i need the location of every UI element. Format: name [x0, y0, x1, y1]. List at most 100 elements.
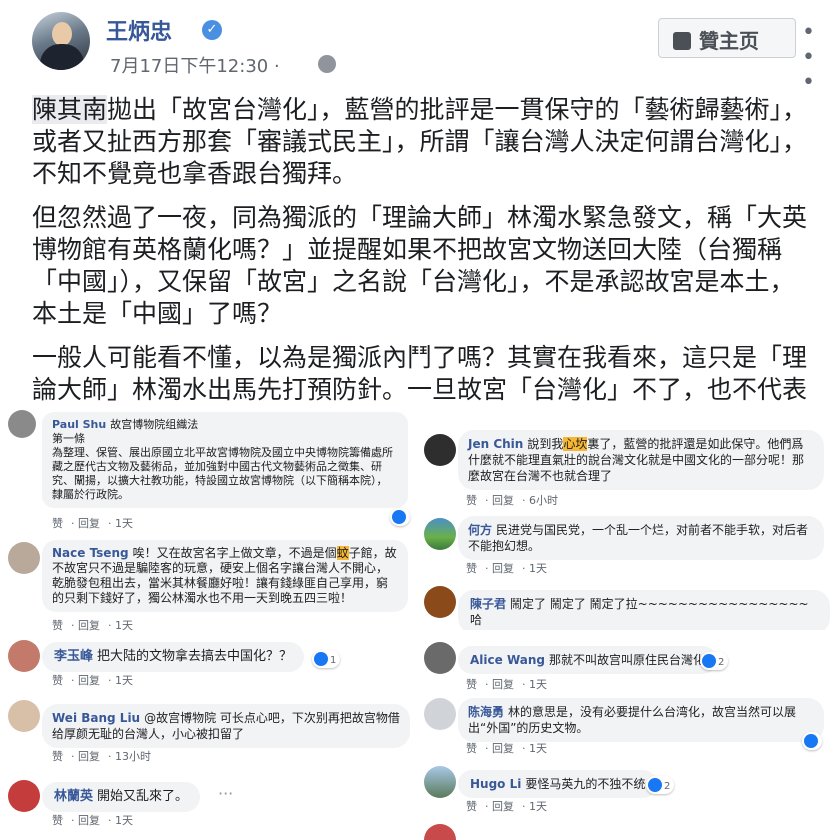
avatar[interactable]	[8, 700, 40, 732]
highlighted-word: 心坎	[563, 437, 588, 451]
like-link[interactable]: 赞	[466, 494, 477, 507]
reply-link[interactable]: 回复	[78, 517, 100, 530]
comment-actions: 赞 · 回复 · 13小时	[52, 750, 151, 763]
comment-actions: 赞 · 回复 · 1天	[466, 800, 547, 813]
comment-time[interactable]: 1天	[115, 814, 133, 827]
comment-actions: 赞 · 回复 · 1天	[466, 742, 547, 755]
thumbs-up-icon	[673, 32, 691, 50]
like-link[interactable]: 赞	[466, 800, 477, 813]
comment-bubble: Nace Tseng 唉！又在故宮名字上做文章，不過是個蚊子館，故不故宮只不過是騙…	[42, 540, 408, 612]
comment-actions: 赞 · 回复 · 1天	[52, 517, 133, 530]
reply-link[interactable]: 回复	[492, 800, 514, 813]
post-paragraph: 陳其南拋出「故宮台灣化」，藍營的批評是一貫保守的「藝術歸藝術」，或者又扯西方那套…	[32, 95, 808, 188]
verified-badge-icon: ✓	[202, 20, 222, 40]
like-link[interactable]: 赞	[466, 562, 477, 575]
commenter-name[interactable]: Hugo Li	[470, 777, 521, 791]
comment-actions: 赞 · 回复 · 1天	[52, 814, 133, 827]
reply-link[interactable]: 回复	[78, 814, 100, 827]
like-link[interactable]: 赞	[466, 742, 477, 755]
like-reaction-icon	[392, 510, 406, 524]
commenter-name[interactable]: Alice Wang	[470, 653, 545, 667]
highlighted-word: 蚊	[336, 546, 349, 560]
commenter-name[interactable]: Paul Shu	[52, 418, 106, 431]
reply-link[interactable]: 回复	[492, 678, 514, 691]
avatar[interactable]	[424, 518, 456, 550]
like-reaction-icon	[804, 734, 818, 748]
like-reaction-icon	[648, 778, 662, 792]
reply-link[interactable]: 回复	[492, 562, 514, 575]
reaction-count[interactable]	[390, 508, 410, 526]
comment-actions: 赞 · 回复 · 1天	[52, 674, 133, 687]
post-paragraph: 但忽然過了一夜，同為獨派的「理論大師」林濁水緊急發文，稱「大英博物館有英格蘭化嗎…	[32, 203, 808, 328]
comment-time[interactable]: 1天	[529, 678, 547, 691]
more-options-icon[interactable]: ···	[218, 784, 233, 803]
avatar[interactable]	[424, 824, 456, 840]
comment-time[interactable]: 1天	[115, 517, 133, 530]
comment-bubble: 林蘭英 開始又乱來了。	[42, 782, 201, 812]
comment-bubble: Paul Shu 故宫博物院组織法 第一條 為整理、保管、展出原國立北平故宮博物院…	[42, 412, 408, 508]
reaction-count[interactable]	[802, 732, 822, 750]
like-link[interactable]: 赞	[52, 619, 63, 632]
avatar[interactable]	[424, 434, 456, 466]
avatar[interactable]	[8, 780, 40, 812]
avatar[interactable]	[8, 410, 36, 438]
reply-link[interactable]: 回复	[78, 750, 100, 763]
like-page-label: 贊主页	[699, 29, 759, 53]
reaction-count[interactable]: 1	[312, 650, 341, 668]
globe-icon	[318, 55, 336, 73]
post-timestamp[interactable]: 7月17日下午12:30 ·	[110, 52, 280, 78]
commenter-name[interactable]: 何方	[468, 523, 492, 537]
reply-link[interactable]: 回复	[492, 742, 514, 755]
avatar[interactable]	[424, 586, 456, 618]
avatar[interactable]	[8, 542, 40, 574]
like-link[interactable]: 赞	[52, 814, 63, 827]
facebook-post: 王炳忠 ✓ 7月17日下午12:30 · 贊主页 • • • 陳其南拋出「故宮台…	[14, 0, 820, 404]
post-paragraph: 一般人可能看不懂，以為是獨派內鬥了嗎？其實在我看來，這只是「理論大師」林濁水出馬…	[32, 343, 808, 404]
commenter-name[interactable]: 陈海勇	[468, 705, 504, 719]
comment-bubble: 李玉峰 把大陆的文物拿去搞去中国化？？	[42, 642, 305, 672]
avatar[interactable]	[8, 640, 40, 672]
post-body: 陳其南拋出「故宮台灣化」，藍營的批評是一貫保守的「藝術歸藝術」，或者又扯西方那套…	[32, 94, 812, 404]
divider	[0, 632, 412, 634]
comment-bubble: Jen Chin 說到我心坎裏了，藍營的批評還是如此保守。他們爲什麼就不能理直氣壯…	[458, 430, 824, 490]
comment-text: 鬧定了 鬧定了 鬧定了拉~~~~~~~~~~~~~~~~~ 哈	[470, 597, 809, 627]
like-link[interactable]: 赞	[52, 517, 63, 530]
commenter-name[interactable]: Wei Bang Liu	[52, 711, 140, 725]
reply-link[interactable]: 回复	[78, 674, 100, 687]
reaction-count[interactable]: 2	[700, 652, 729, 670]
comment-time[interactable]: 1天	[529, 562, 547, 575]
comment-actions: 赞 · 回复 · 1天	[466, 678, 547, 691]
comment-time[interactable]: 1天	[115, 674, 133, 687]
more-options-icon[interactable]: • • •	[802, 20, 820, 95]
comment-time[interactable]: 13小时	[115, 750, 151, 763]
reply-link[interactable]: 回复	[78, 619, 100, 632]
avatar[interactable]	[424, 766, 456, 798]
comment-time[interactable]: 1天	[529, 742, 547, 755]
reply-link[interactable]: 回复	[492, 494, 514, 507]
commenter-name[interactable]: 陳子君	[470, 597, 506, 611]
commenter-name[interactable]: Nace Tseng	[52, 546, 129, 560]
comment-time[interactable]: 1天	[529, 800, 547, 813]
like-link[interactable]: 赞	[52, 750, 63, 763]
comment-actions: 赞 · 回复 · 1天	[52, 619, 133, 632]
commenter-name[interactable]: 李玉峰	[54, 649, 93, 664]
comment-time[interactable]: 1天	[115, 619, 133, 632]
comment-bubble: Hugo Li 要怪马英九的不独不统	[458, 770, 658, 798]
comment-text: 那就不叫故宫叫原住民台灣化	[548, 653, 705, 667]
commenter-name[interactable]: 林蘭英	[54, 789, 93, 804]
like-page-button[interactable]: 贊主页	[658, 18, 796, 58]
like-link[interactable]: 赞	[52, 674, 63, 687]
author-avatar[interactable]	[32, 12, 90, 70]
avatar[interactable]	[424, 642, 456, 674]
comment-bubble: 何方 民进党与国民党，一个乱一个烂，对前者不能手软，对后者不能抱幻想。	[458, 516, 824, 560]
tagged-person-link[interactable]: 陳其南	[32, 95, 108, 124]
comment-time[interactable]: 6小时	[529, 494, 558, 507]
commenter-name[interactable]: Jen Chin	[468, 437, 523, 451]
author-name[interactable]: 王炳忠	[106, 14, 172, 46]
like-link[interactable]: 赞	[466, 678, 477, 691]
like-reaction-icon	[702, 654, 716, 668]
comment-text: 要怪马英九的不独不统	[525, 777, 646, 791]
comment-bubble: 陈海勇 林的意思是，没有必要提什么台湾化，故宫当然可以展出“外国”的历史文物。	[458, 698, 824, 742]
reaction-count[interactable]: 2	[646, 776, 675, 794]
avatar[interactable]	[424, 698, 456, 730]
